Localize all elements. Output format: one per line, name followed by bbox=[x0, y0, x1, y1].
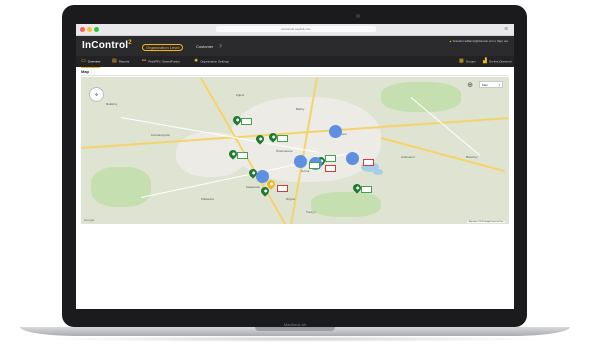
device-tag-alert bbox=[277, 185, 288, 192]
fullscreen-icon[interactable]: ⊕ bbox=[467, 81, 473, 89]
device-tag-alert bbox=[363, 159, 374, 166]
park-area bbox=[311, 192, 381, 217]
grid-icon: ▦ bbox=[459, 58, 464, 64]
park-area bbox=[381, 82, 461, 112]
tab-online-diamond[interactable]: ▟ On-line Diamond bbox=[483, 56, 511, 67]
place-label: Pabianice bbox=[201, 197, 215, 201]
park-area bbox=[91, 167, 151, 207]
monitor-icon: ▭ bbox=[81, 58, 86, 64]
place-label: Bałuty bbox=[296, 107, 305, 111]
tab-pepvpn[interactable]: ⚯ PepVPN / SpeedFusion bbox=[142, 56, 180, 67]
device-cluster[interactable] bbox=[294, 155, 307, 168]
gear-icon: ✹ bbox=[194, 58, 199, 64]
device-tag bbox=[237, 152, 248, 159]
device-tag-alert bbox=[325, 165, 336, 172]
device-tag bbox=[325, 155, 336, 162]
map-type-select[interactable]: Map ▾ bbox=[479, 81, 503, 88]
chevron-right-icon: › bbox=[219, 40, 222, 50]
place-label: Rokiciny bbox=[106, 102, 118, 106]
map-canvas[interactable]: Zgierz Bałuty Widzew Łódź Śródmieście Po… bbox=[81, 77, 509, 224]
section-title: Map bbox=[81, 69, 89, 74]
place-label: Brzeziny bbox=[466, 155, 478, 159]
chevron-down-icon: ▾ bbox=[498, 83, 500, 87]
map-pan-control[interactable]: ✥ bbox=[89, 87, 104, 102]
signout-link[interactable]: Sign out bbox=[497, 39, 508, 43]
place-label: Śródmieście bbox=[276, 149, 293, 153]
place-label: Andrespol bbox=[401, 155, 415, 159]
tab-reports[interactable]: ▤ Reports bbox=[112, 56, 129, 67]
camera-icon bbox=[356, 14, 360, 18]
device-cluster[interactable] bbox=[256, 170, 269, 183]
link-icon: ⚯ bbox=[142, 58, 147, 64]
report-icon: ▤ bbox=[112, 58, 117, 64]
chart-icon: ▟ bbox=[483, 58, 487, 64]
user-email: brandon.williams@domain.com bbox=[452, 39, 495, 43]
user-icon: ▲ bbox=[448, 39, 452, 43]
maximize-window-icon[interactable] bbox=[94, 27, 99, 32]
place-label: Górna bbox=[301, 169, 310, 173]
browser-menu-icon[interactable]: ☰ bbox=[504, 26, 508, 31]
breadcrumb-customer[interactable]: Customer bbox=[196, 44, 213, 49]
place-label: Rzgów bbox=[286, 197, 296, 201]
device-cluster[interactable] bbox=[329, 125, 342, 138]
browser-chrome: incontrol2.peplink.com ☰ bbox=[76, 24, 514, 36]
lake bbox=[373, 169, 383, 175]
device-tag bbox=[361, 186, 372, 193]
laptop-notch bbox=[255, 327, 335, 331]
app-header: InControl2 Organization Level Customer ›… bbox=[76, 36, 514, 56]
device-cluster[interactable] bbox=[346, 152, 359, 165]
place-label: Tuszyn bbox=[306, 210, 316, 214]
divider bbox=[81, 75, 509, 76]
google-logo: Google bbox=[84, 218, 95, 222]
place-label: Zgierz bbox=[236, 93, 245, 97]
tab-organization-settings[interactable]: ✹ Organization Settings bbox=[194, 56, 229, 67]
device-tag bbox=[309, 162, 320, 169]
tab-overview[interactable]: ▭ Overview bbox=[81, 56, 101, 68]
app-logo[interactable]: InControl2 bbox=[82, 40, 132, 51]
screen: incontrol2.peplink.com ☰ InControl2 Orga… bbox=[76, 24, 514, 309]
address-bar[interactable]: incontrol2.peplink.com bbox=[216, 26, 376, 32]
laptop-shadow bbox=[40, 336, 550, 342]
device-tag bbox=[277, 135, 288, 142]
device-tag bbox=[241, 118, 252, 125]
place-label: Ksawerów bbox=[246, 185, 260, 189]
highway bbox=[380, 137, 505, 173]
laptop-label: MacBook Air bbox=[283, 322, 307, 327]
place-label: Konstantynów bbox=[151, 133, 170, 137]
nav-tabs: ▭ Overview ▤ Reports ⚯ PepVPN / SpeedFusion… bbox=[76, 56, 514, 68]
breadcrumb-organization[interactable]: Organization Level bbox=[142, 44, 184, 51]
tab-groups[interactable]: ▦ Groups bbox=[459, 56, 476, 67]
close-window-icon[interactable] bbox=[80, 27, 85, 32]
minimize-window-icon[interactable] bbox=[87, 27, 92, 32]
map-attribution[interactable]: Map data ©2016 Google Terms of Use bbox=[466, 221, 505, 223]
user-menu[interactable]: ▲ brandon.williams@domain.com | Sign out bbox=[449, 39, 508, 43]
